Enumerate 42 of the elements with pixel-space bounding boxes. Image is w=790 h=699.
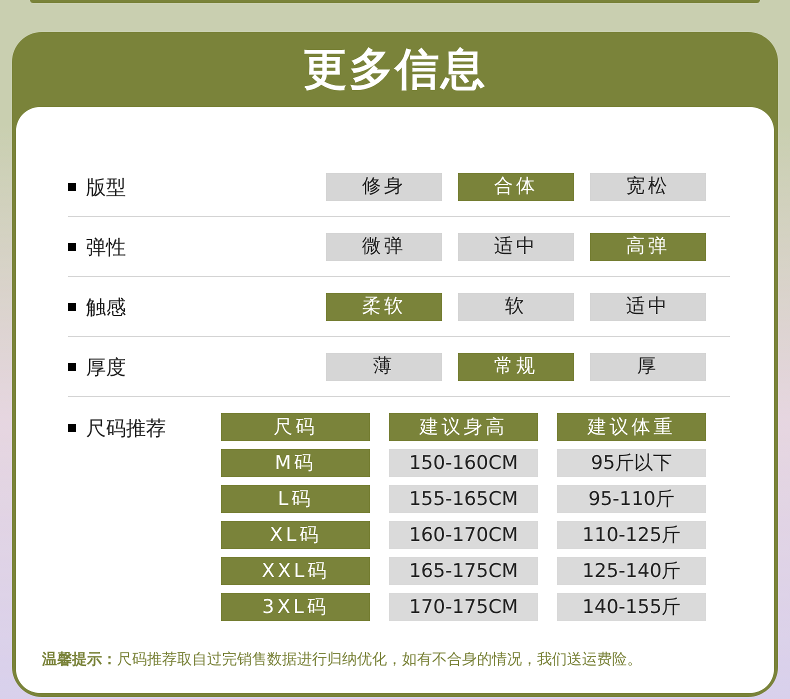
column-header: 尺码 <box>221 413 370 441</box>
option-chip: 厚 <box>590 352 706 380</box>
tip-text: 温馨提示：尺码推荐取自过完销售数据进行归纳优化，如有不合身的情况，我们送运费险。 <box>42 650 642 668</box>
section-title: 更多信息 <box>303 48 487 92</box>
option-chip: 适中 <box>590 292 706 320</box>
option-chip: 软 <box>458 292 574 320</box>
size-cell: XXL码 <box>221 557 370 585</box>
bullet-icon <box>68 424 76 432</box>
attribute-label: 触感 <box>86 294 127 320</box>
table-cell: 95-110斤 <box>557 485 706 513</box>
table-cell: 155-165CM <box>389 485 538 513</box>
bullet-icon <box>68 302 76 310</box>
size-cell: XL码 <box>221 521 370 549</box>
option-chip: 合体 <box>458 172 574 200</box>
column-header: 建议体重 <box>557 413 706 441</box>
option-chip: 薄 <box>326 352 442 380</box>
table-cell: 165-175CM <box>389 557 538 585</box>
option-chip: 宽松 <box>590 172 706 200</box>
table-cell: 160-170CM <box>389 521 538 549</box>
table-cell: 170-175CM <box>389 593 538 621</box>
table-cell: 150-160CM <box>389 449 538 477</box>
option-chip: 修身 <box>326 172 442 200</box>
column-header: 建议身高 <box>389 413 538 441</box>
option-chip: 常规 <box>458 352 574 380</box>
attribute-label: 厚度 <box>86 354 127 380</box>
attribute-label: 尺码推荐 <box>86 415 166 442</box>
option-chip: 微弹 <box>326 232 442 260</box>
option-chip: 高弹 <box>590 232 706 260</box>
table-cell: 125-140斤 <box>557 557 706 585</box>
attribute-label: 版型 <box>86 174 127 200</box>
table-cell: 110-125斤 <box>557 521 706 549</box>
bullet-icon <box>68 242 76 250</box>
bullet-icon <box>68 182 76 190</box>
size-cell: M码 <box>221 449 370 477</box>
size-cell: 3XL码 <box>221 593 370 621</box>
option-chip: 适中 <box>458 232 574 260</box>
size-cell: L码 <box>221 485 370 513</box>
table-cell: 95斤以下 <box>557 449 706 477</box>
table-cell: 140-155斤 <box>557 593 706 621</box>
bullet-icon <box>68 362 76 370</box>
attribute-label: 弹性 <box>86 234 127 260</box>
option-chip: 柔软 <box>326 292 442 320</box>
